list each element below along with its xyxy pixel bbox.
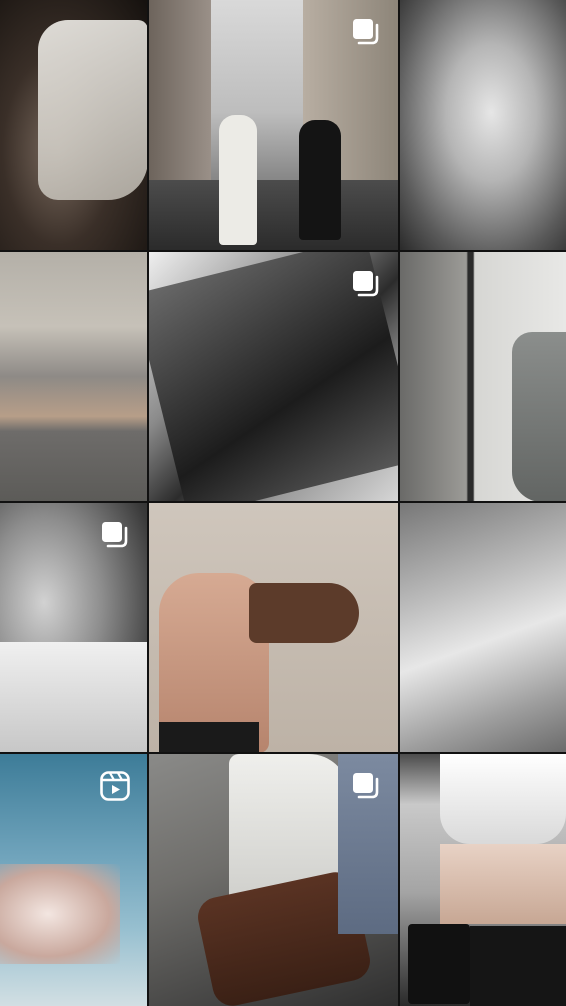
profile-post-grid [0, 0, 566, 1006]
post-tile[interactable] [149, 0, 398, 250]
post-tile[interactable] [0, 754, 147, 1006]
post-tile[interactable] [400, 503, 566, 752]
reels-icon [99, 770, 131, 802]
carousel-icon [350, 16, 382, 48]
post-thumbnail [0, 252, 147, 501]
post-tile[interactable] [400, 252, 566, 501]
post-tile[interactable] [149, 503, 398, 752]
post-tile[interactable] [149, 754, 398, 1006]
post-thumbnail [400, 503, 566, 752]
post-tile[interactable] [0, 252, 147, 501]
carousel-icon [350, 770, 382, 802]
post-thumbnail [400, 0, 566, 250]
carousel-icon [350, 268, 382, 300]
post-tile[interactable] [400, 754, 566, 1006]
post-tile[interactable] [149, 252, 398, 501]
post-tile[interactable] [0, 503, 147, 752]
post-tile[interactable] [0, 0, 147, 250]
post-tile[interactable] [400, 0, 566, 250]
carousel-icon [99, 519, 131, 551]
